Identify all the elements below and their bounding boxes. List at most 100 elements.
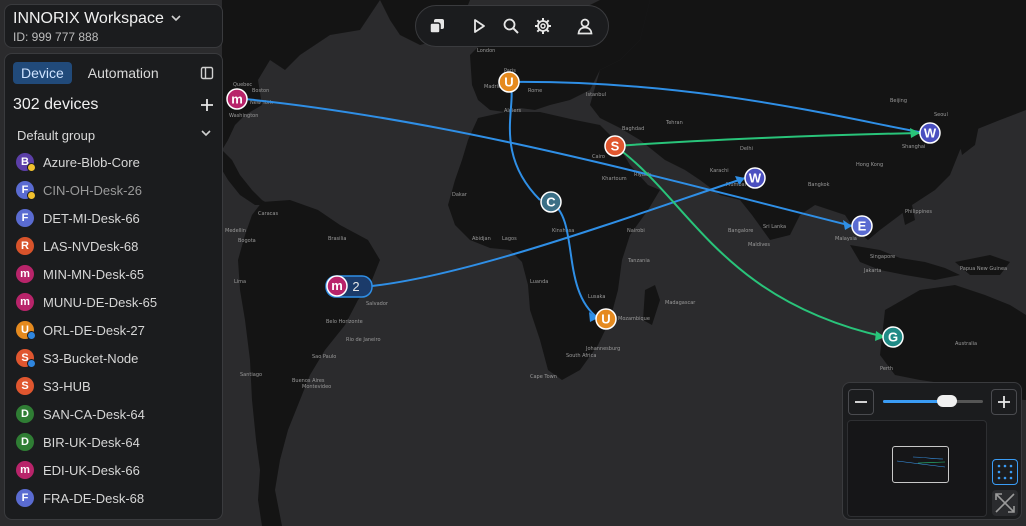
status-dot <box>27 359 36 368</box>
device-avatar: S <box>16 377 34 395</box>
tab-automation[interactable]: Automation <box>80 62 167 84</box>
map-label: Medellin <box>225 228 246 234</box>
device-item[interactable]: D SAN-CA-Desk-64 <box>5 400 222 428</box>
device-letter: m <box>20 464 30 476</box>
map-device-node[interactable]: U <box>595 308 617 330</box>
map-device-node[interactable]: W <box>744 167 766 189</box>
zoom-slider-thumb[interactable] <box>937 395 957 407</box>
map-device-node[interactable]: E <box>851 215 873 237</box>
device-name: BIR-UK-Desk-64 <box>43 434 140 450</box>
map-label: Hong Kong <box>856 162 883 168</box>
map-label: Cape Town <box>530 374 557 380</box>
workspace-id: ID: 999 777 888 <box>13 30 99 44</box>
device-letter: D <box>21 408 29 420</box>
play-icon[interactable] <box>463 10 495 42</box>
map-label: Malaysia <box>835 236 857 242</box>
tab-device[interactable]: Device <box>13 62 72 84</box>
zoom-out-button[interactable] <box>848 389 874 415</box>
device-name: EDI-UK-Desk-66 <box>43 462 140 478</box>
map-label: Australia <box>955 341 977 347</box>
map-label: Tanzania <box>627 258 650 264</box>
map-label: Lusaka <box>588 294 605 300</box>
zoom-slider[interactable] <box>883 395 983 407</box>
zoom-in-button[interactable] <box>991 389 1017 415</box>
status-dot <box>27 331 36 340</box>
map-label: Philippines <box>905 209 932 215</box>
device-letter: R <box>21 240 29 252</box>
device-item[interactable]: F CIN-OH-Desk-26 <box>5 176 222 204</box>
device-name: DET-MI-Desk-66 <box>43 210 140 226</box>
node-letter: S <box>611 139 620 154</box>
map-device-node[interactable]: S <box>604 135 626 157</box>
map-label: Quebec <box>233 82 252 88</box>
map-label: Belo Horizonte <box>326 319 363 325</box>
map-label: Maldives <box>748 242 770 248</box>
map-label: Rio de Janeiro <box>346 337 381 343</box>
cluster-letter: m <box>331 278 343 293</box>
map-device-node[interactable]: C <box>540 191 562 213</box>
node-letter: E <box>858 219 867 234</box>
map-label: Sri Lanka <box>763 224 786 230</box>
map-label: Salvador <box>366 301 389 307</box>
device-item[interactable]: m MIN-MN-Desk-65 <box>5 260 222 288</box>
map-label: South Africa <box>566 353 596 359</box>
gear-icon[interactable] <box>527 10 559 42</box>
device-item[interactable]: S S3-HUB <box>5 372 222 400</box>
group-label: Default group <box>17 127 96 143</box>
device-letter: D <box>21 436 29 448</box>
map-label: Perth <box>880 366 893 372</box>
chevron-down-icon[interactable] <box>170 12 182 27</box>
search-icon[interactable] <box>495 10 527 42</box>
device-item[interactable]: U ORL-DE-Desk-27 <box>5 316 222 344</box>
map-label: Karachi <box>710 168 729 174</box>
minimap-viewport[interactable] <box>892 446 949 483</box>
node-letter: U <box>601 312 610 327</box>
map-label: Jakarta <box>863 268 882 274</box>
group-selector[interactable]: Default group <box>5 114 222 148</box>
device-cluster[interactable]: m 2 <box>325 275 373 298</box>
device-item[interactable]: B Azure-Blob-Core <box>5 148 222 176</box>
device-item[interactable]: m EDI-UK-Desk-66 <box>5 456 222 484</box>
device-item[interactable]: R LAS-NVDesk-68 <box>5 232 222 260</box>
layers-icon[interactable] <box>421 10 453 42</box>
device-name: S3-HUB <box>43 378 91 394</box>
device-item[interactable]: S S3-Bucket-Node <box>5 344 222 372</box>
map-label: Shanghai <box>902 144 925 150</box>
map-label: Rome <box>528 88 542 94</box>
map-device-node[interactable]: m <box>226 88 248 110</box>
device-item[interactable]: D BIR-UK-Desk-64 <box>5 428 222 456</box>
device-item[interactable]: m MUNU-DE-Desk-65 <box>5 288 222 316</box>
sidebar-toggle-icon[interactable] <box>200 66 214 80</box>
user-icon[interactable] <box>569 10 601 42</box>
map-device-node[interactable]: G <box>882 326 904 348</box>
map-label: Santiago <box>240 372 262 378</box>
device-item[interactable]: F DET-MI-Desk-66 <box>5 204 222 232</box>
map-label: Singapore <box>870 254 895 260</box>
map-label: Mozambique <box>618 316 650 322</box>
map-label: Kinshasa <box>552 228 574 234</box>
device-name: LAS-NVDesk-68 <box>43 238 139 254</box>
workspace-header[interactable]: INNORIX Workspace ID: 999 777 888 <box>4 4 223 48</box>
workspace-name: INNORIX Workspace <box>13 10 164 27</box>
fit-view-button[interactable] <box>992 490 1018 516</box>
map-device-node[interactable]: W <box>919 122 941 144</box>
device-avatar: S <box>16 349 36 368</box>
device-name: FRA-DE-Desk-68 <box>43 490 145 506</box>
add-device-button[interactable] <box>200 96 214 114</box>
grid-view-button[interactable] <box>992 459 1018 485</box>
map-label: Dakar <box>452 192 468 198</box>
map-label: Bogota <box>238 238 256 244</box>
map-label: Abidjan <box>472 236 491 242</box>
map-label: Istanbul <box>586 92 606 98</box>
map-label: Papua New Guinea <box>960 266 1007 272</box>
device-avatar: D <box>16 433 34 451</box>
map-device-node[interactable]: U <box>498 71 520 93</box>
minimap[interactable] <box>847 420 987 517</box>
top-toolbar <box>415 5 609 47</box>
device-avatar: m <box>16 293 34 311</box>
map-label: Bangkok <box>808 182 830 188</box>
map-label: Luanda <box>530 279 548 285</box>
map-label: Johannesburg <box>585 346 620 352</box>
device-name: MUNU-DE-Desk-65 <box>43 294 158 310</box>
device-item[interactable]: F FRA-DE-Desk-68 <box>5 484 222 512</box>
